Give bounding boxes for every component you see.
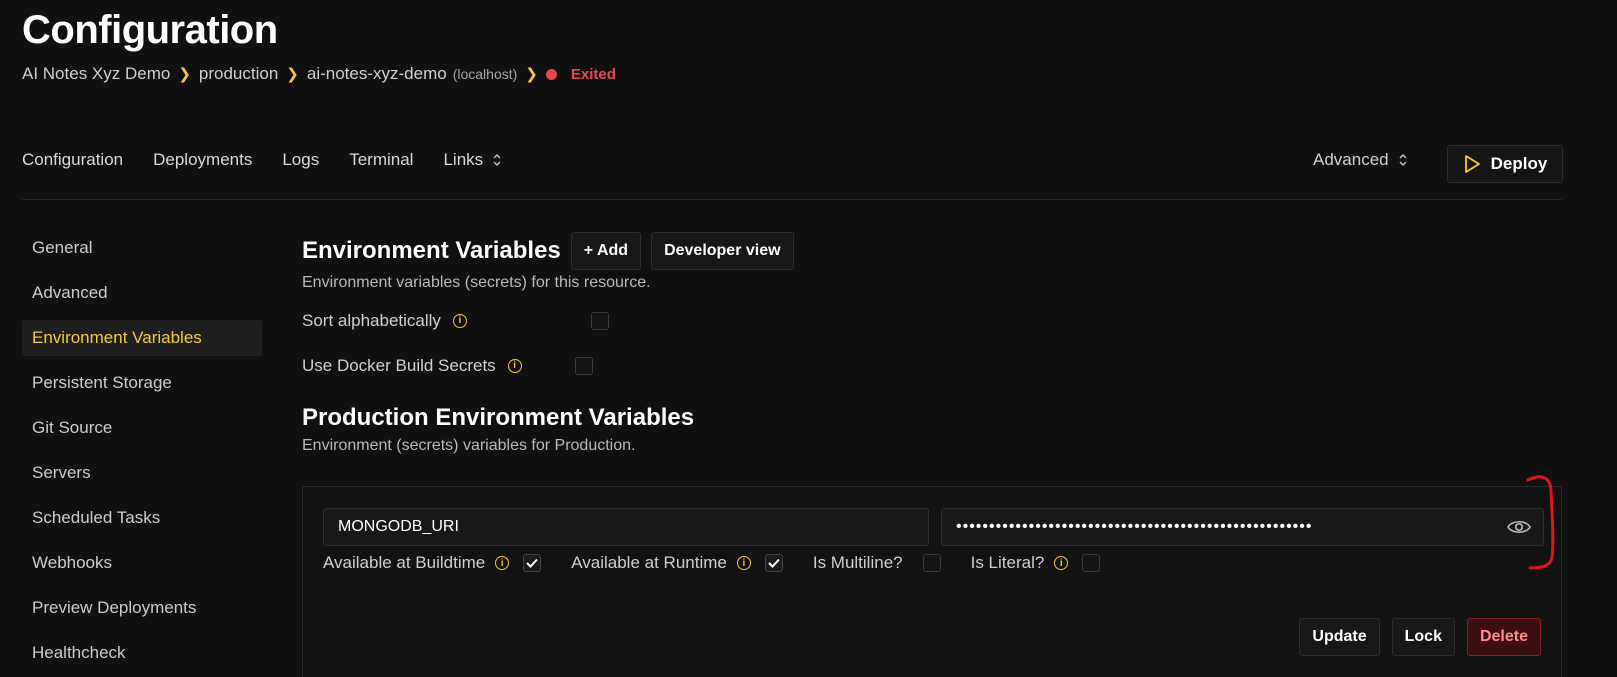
page-title: Configuration [22, 8, 278, 52]
check-icon [768, 558, 780, 568]
delete-button[interactable]: Delete [1466, 618, 1541, 656]
sort-checkbox[interactable] [590, 311, 609, 330]
buildtime-flag: Available at Buildtime i [323, 553, 542, 573]
lock-button[interactable]: Lock [1391, 618, 1455, 656]
variable-key-input[interactable]: MONGODB_URI [323, 508, 929, 546]
chevron-right-icon: ❯ [525, 66, 538, 83]
literal-checkbox[interactable] [1082, 554, 1101, 572]
divider [22, 199, 1562, 200]
chevron-right-icon: ❯ [286, 66, 299, 83]
variable-masked-value: ••••••••••••••••••••••••••••••••••••••••… [956, 518, 1313, 535]
sidebar-item-preview-deployments[interactable]: Preview Deployments [22, 590, 262, 626]
breadcrumb-environment[interactable]: production [199, 64, 278, 84]
breadcrumb-server: (localhost) [452, 66, 518, 82]
links-label: Links [443, 150, 484, 169]
breadcrumb-project[interactable]: AI Notes Xyz Demo [22, 64, 170, 84]
advanced-dropdown[interactable]: Advanced [1313, 150, 1408, 170]
top-nav: Configuration Deployments Logs Terminal … [22, 150, 502, 170]
play-icon [1463, 154, 1481, 174]
sidebar-item-healthcheck[interactable]: Healthcheck [22, 635, 262, 671]
variable-flags: Available at Buildtime i Available at Ru… [323, 553, 1130, 573]
sidebar-item-advanced[interactable]: Advanced [22, 275, 262, 311]
sort-label: Sort alphabetically [302, 310, 441, 330]
info-icon[interactable]: i [736, 556, 751, 570]
links-dropdown[interactable]: Links [443, 150, 502, 170]
variable-value-input[interactable]: ••••••••••••••••••••••••••••••••••••••••… [941, 508, 1544, 546]
multiline-label: Is Multiline? [812, 553, 903, 572]
sort-option: Sort alphabetically i [302, 298, 1562, 343]
multiline-checkbox[interactable] [922, 554, 941, 572]
production-description: Environment (secrets) variables for Prod… [302, 437, 636, 454]
sidebar-item-persistent-storage[interactable]: Persistent Storage [22, 365, 262, 401]
sidebar-item-git-source[interactable]: Git Source [22, 410, 262, 446]
section-title: Environment Variables [302, 237, 561, 264]
production-title: Production Environment Variables [302, 404, 695, 431]
developer-view-button[interactable]: Developer view [651, 232, 794, 270]
section-description: Environment variables (secrets) for this… [302, 274, 651, 291]
advanced-label: Advanced [1313, 150, 1389, 169]
annotation-bracket [1526, 475, 1555, 570]
update-button[interactable]: Update [1299, 618, 1380, 656]
docker-secrets-checkbox[interactable] [574, 356, 593, 375]
literal-label: Is Literal? [970, 553, 1045, 572]
env-variable-card: MONGODB_URI ••••••••••••••••••••••••••••… [302, 486, 1562, 677]
sidebar-item-servers[interactable]: Servers [22, 455, 262, 491]
info-icon[interactable]: i [495, 556, 510, 570]
chevron-up-down-icon [492, 153, 502, 167]
docker-secrets-option: Use Docker Build Secrets i [302, 343, 1562, 388]
deploy-label: Deploy [1490, 154, 1548, 173]
buildtime-checkbox[interactable] [523, 554, 542, 572]
literal-flag: Is Literal? i [971, 553, 1101, 573]
docker-secrets-label: Use Docker Build Secrets [302, 355, 496, 375]
tab-deployments[interactable]: Deployments [153, 150, 252, 170]
check-icon [526, 558, 538, 568]
tab-configuration[interactable]: Configuration [22, 150, 123, 170]
sidebar: General Advanced Environment Variables P… [22, 230, 262, 677]
info-icon[interactable]: i [1054, 556, 1069, 570]
page: Configuration AI Notes Xyz Demo ❯ produc… [0, 0, 1617, 677]
status-badge: Exited [570, 65, 616, 83]
runtime-flag: Available at Runtime i [571, 553, 783, 573]
chevron-right-icon: ❯ [178, 66, 191, 83]
sidebar-item-general[interactable]: General [22, 230, 262, 266]
info-icon[interactable]: i [452, 313, 467, 328]
sidebar-item-scheduled-tasks[interactable]: Scheduled Tasks [22, 500, 262, 536]
deploy-button[interactable]: Deploy [1447, 145, 1563, 183]
main-content: Environment Variables + Add Developer vi… [302, 231, 1562, 455]
buildtime-label: Available at Buildtime [323, 553, 486, 572]
chevron-up-down-icon [1398, 153, 1408, 167]
status-dot-icon [545, 68, 557, 80]
breadcrumb-resource[interactable]: ai-notes-xyz-demo [307, 64, 447, 84]
variable-actions: Update Lock Delete [1299, 618, 1541, 656]
multiline-flag: Is Multiline? [813, 553, 941, 573]
sidebar-item-environment-variables[interactable]: Environment Variables [22, 320, 262, 356]
tab-terminal[interactable]: Terminal [349, 150, 413, 170]
info-icon[interactable]: i [507, 358, 522, 373]
tab-logs[interactable]: Logs [282, 150, 319, 170]
runtime-label: Available at Runtime [571, 553, 727, 572]
sidebar-item-webhooks[interactable]: Webhooks [22, 545, 262, 581]
runtime-checkbox[interactable] [764, 554, 783, 572]
variable-key-value: MONGODB_URI [338, 518, 459, 535]
add-variable-button[interactable]: + Add [570, 232, 642, 270]
env-header: Environment Variables + Add Developer vi… [302, 231, 1562, 271]
breadcrumb: AI Notes Xyz Demo ❯ production ❯ ai-note… [22, 64, 616, 84]
